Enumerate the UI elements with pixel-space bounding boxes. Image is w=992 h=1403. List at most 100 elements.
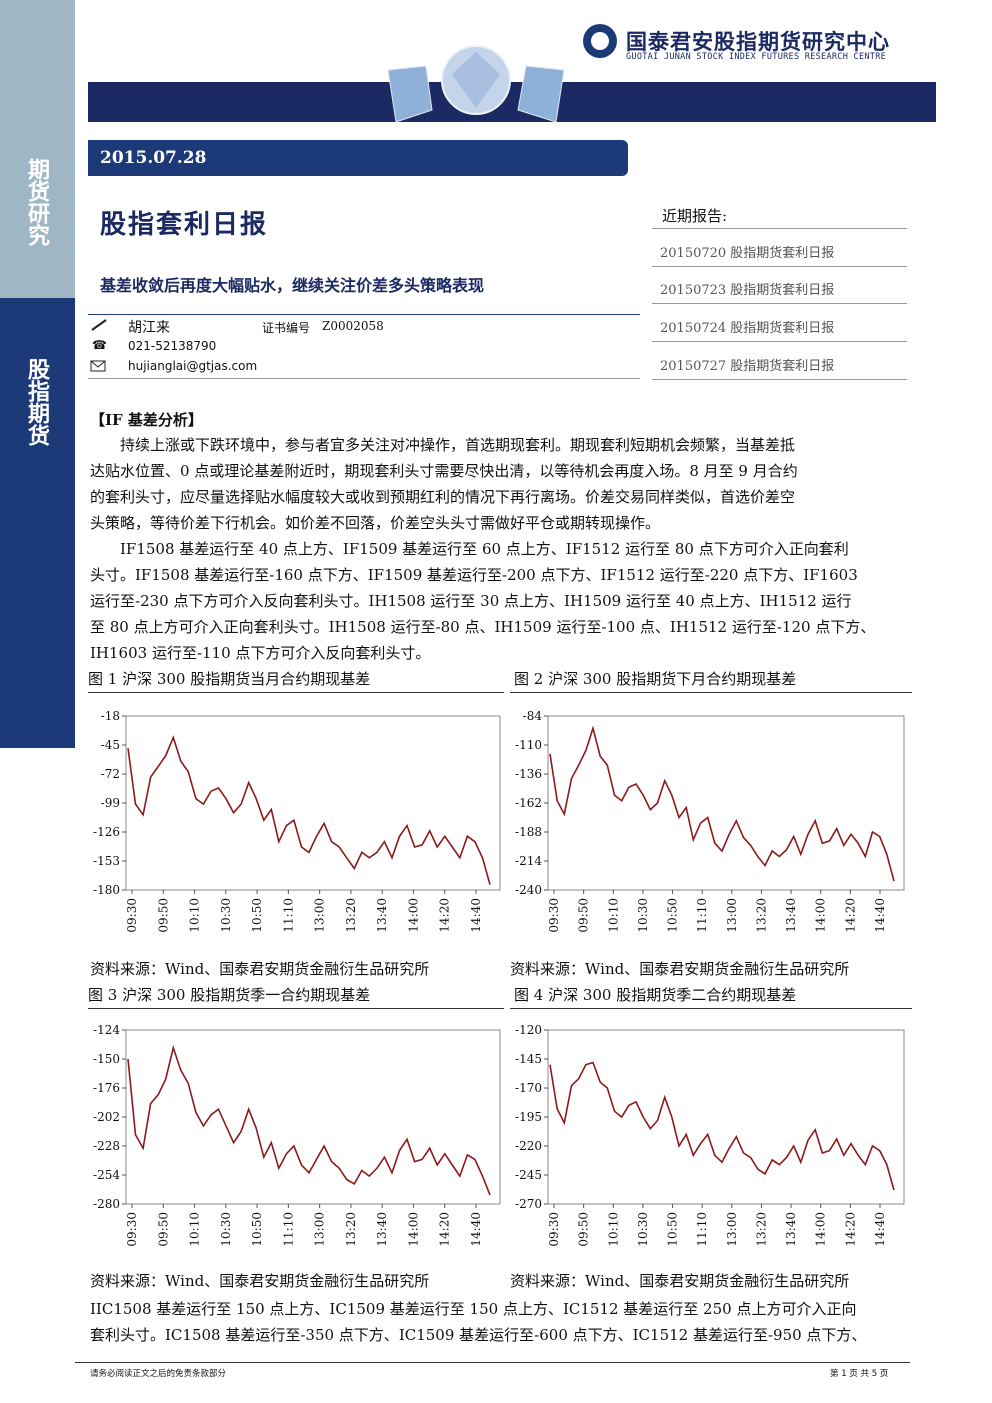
y-tick-label: -72 xyxy=(101,767,120,781)
x-tick-label: 10:30 xyxy=(636,1212,650,1247)
recent-report-item[interactable]: 20150720 股指期货套利日报 xyxy=(660,242,834,261)
y-tick-label: -270 xyxy=(515,1197,542,1211)
y-tick-label: -228 xyxy=(93,1139,120,1153)
plot-frame xyxy=(125,715,501,891)
sidebar-label-futures-research: 期货研究 xyxy=(24,158,50,246)
figure-rule xyxy=(88,1008,504,1009)
y-tick-label: -99 xyxy=(101,796,120,810)
figure-rule xyxy=(510,692,912,693)
paragraph-2: IF1508 基差运行至 40 点上方、IF1509 基差运行至 60 点上方、… xyxy=(90,536,912,666)
x-tick-label: 09:30 xyxy=(125,898,139,933)
y-tick-label: -45 xyxy=(101,738,120,752)
text-line: IF1508 基差运行至 40 点上方、IF1509 基差运行至 60 点上方、… xyxy=(120,540,849,558)
author-email[interactable]: hujianglai@gtjas.com xyxy=(128,359,257,373)
y-tick-label: -18 xyxy=(101,709,120,723)
y-tick-label: -188 xyxy=(515,825,542,839)
y-tick-label: -145 xyxy=(515,1052,542,1066)
y-tick-label: -170 xyxy=(515,1081,542,1095)
text-line: 套利头寸。IC1508 基差运行至-350 点下方、IC1509 基差运行至-6… xyxy=(90,1326,867,1344)
y-tick-label: -120 xyxy=(515,1023,542,1037)
x-tick-label: 13:00 xyxy=(725,1212,739,1247)
author-phone: 021-52138790 xyxy=(128,339,217,353)
paragraph-3: IIC1508 基差运行至 150 点上方、IC1509 基差运行至 150 点… xyxy=(90,1296,912,1348)
chart-if-q2-basis: -120 -145 -170 -195 -220 -245 -270 09:30 09:50 10… xyxy=(515,1023,905,1247)
sidebar-label-index-futures: 股指期货 xyxy=(24,358,50,446)
recent-reports-heading: 近期报告: xyxy=(662,207,728,225)
x-tick-label: 09:50 xyxy=(156,898,170,933)
x-tick-label: 13:40 xyxy=(375,1212,389,1247)
x-tick-label: 11:10 xyxy=(695,898,709,933)
y-tick-label: -162 xyxy=(515,796,542,810)
section-heading: 【IF 基差分析】 xyxy=(90,411,203,429)
author-name: 胡江来 xyxy=(128,320,170,336)
x-tick-label: 11:10 xyxy=(281,898,295,933)
y-tick-label: -176 xyxy=(93,1081,120,1095)
footer-page-number: 第 1 页 共 5 页 xyxy=(830,1369,889,1379)
figure-3-title: 图 3 沪深 300 股指期货季一合约期现基差 xyxy=(88,986,371,1004)
y-tick-label: -214 xyxy=(515,854,542,868)
y-tick-label: -84 xyxy=(523,709,543,723)
logo-icon xyxy=(583,24,617,58)
x-tick-label: 13:20 xyxy=(754,898,768,933)
x-tick-label: 10:10 xyxy=(188,1212,202,1247)
figure-4-title: 图 4 沪深 300 股指期货季二合约期现基差 xyxy=(514,986,797,1004)
x-tick-label: 13:00 xyxy=(313,1212,327,1247)
author-divider xyxy=(88,378,640,379)
x-tick-label: 14:40 xyxy=(873,898,887,933)
recent-report-item[interactable]: 20150724 股指期货套利日报 xyxy=(660,317,834,336)
x-tick-label: 13:20 xyxy=(344,1212,358,1247)
phone-icon: ☎ xyxy=(92,338,107,352)
figure-source: 资料来源：Wind、国泰君安期货金融衍生品研究所 xyxy=(90,1272,430,1290)
y-tick-label: -220 xyxy=(515,1139,542,1153)
cert-label: 证书编号 xyxy=(262,321,311,335)
recent-divider xyxy=(652,303,907,304)
report-title: 股指套利日报 xyxy=(100,210,269,240)
x-tick-label: 13:40 xyxy=(375,898,389,933)
y-tick-label: -136 xyxy=(515,767,542,781)
x-tick-label: 14:40 xyxy=(873,1212,887,1247)
x-tick-label: 09:30 xyxy=(125,1212,139,1247)
x-tick-label: 09:50 xyxy=(156,1212,170,1247)
x-tick-label: 14:20 xyxy=(843,1212,857,1247)
figure-source: 资料来源：Wind、国泰君安期货金融衍生品研究所 xyxy=(510,1272,850,1290)
series-line xyxy=(127,735,491,885)
x-tick-label: 10:50 xyxy=(666,898,680,933)
text-line: IIC1508 基差运行至 150 点上方、IC1509 基差运行至 150 点… xyxy=(90,1300,857,1318)
recent-divider xyxy=(652,228,907,229)
x-tick-label: 14:00 xyxy=(406,898,420,933)
y-tick-label: -150 xyxy=(93,1052,120,1066)
x-tick-label: 13:00 xyxy=(313,898,327,933)
x-tick-label: 14:40 xyxy=(469,1212,483,1247)
x-tick-label: 09:30 xyxy=(547,1212,561,1247)
x-tick-label: 10:30 xyxy=(636,898,650,933)
report-date: 2015.07.28 xyxy=(100,148,207,168)
y-tick-label: -110 xyxy=(515,738,542,752)
x-tick-label: 13:20 xyxy=(344,898,358,933)
footer-divider xyxy=(75,1362,910,1363)
x-tick-label: 10:50 xyxy=(250,898,264,933)
y-tick-label: -202 xyxy=(93,1110,120,1124)
x-tick-label: 09:50 xyxy=(577,1212,591,1247)
y-tick-label: -153 xyxy=(93,854,120,868)
text-line: IH1603 运行至-110 点下方可介入反向套利头寸。 xyxy=(90,644,431,662)
x-tick-label: 10:10 xyxy=(606,1212,620,1247)
recent-report-item[interactable]: 20150727 股指期货套利日报 xyxy=(660,355,834,374)
figure-rule xyxy=(510,1008,912,1009)
series-line xyxy=(549,1061,895,1191)
x-tick-label: 10:50 xyxy=(250,1212,264,1247)
plot-frame xyxy=(547,1029,905,1205)
org-name-en: GUOTAI JUNAN STOCK INDEX FUTURES RESEARC… xyxy=(626,52,887,62)
mail-icon xyxy=(90,360,106,372)
x-tick-label: 13:20 xyxy=(754,1212,768,1247)
recent-divider xyxy=(652,341,907,342)
x-tick-label: 11:10 xyxy=(281,1212,295,1247)
chart-if-next-month-basis: -84 -110 -136 -162 -188 -214 -240 09:30 09:50 10:… xyxy=(515,709,905,933)
pen-icon xyxy=(91,319,107,331)
recent-report-item[interactable]: 20150723 股指期货套利日报 xyxy=(660,279,834,298)
x-tick-label: 14:00 xyxy=(406,1212,420,1247)
x-tick-label: 14:00 xyxy=(814,898,828,933)
y-tick-label: -124 xyxy=(93,1023,120,1037)
text-line: 至 80 点上方可介入正向套利头寸。IH1508 运行至-80 点、IH1509… xyxy=(90,618,876,636)
x-tick-label: 14:20 xyxy=(843,898,857,933)
x-tick-label: 10:30 xyxy=(219,1212,233,1247)
